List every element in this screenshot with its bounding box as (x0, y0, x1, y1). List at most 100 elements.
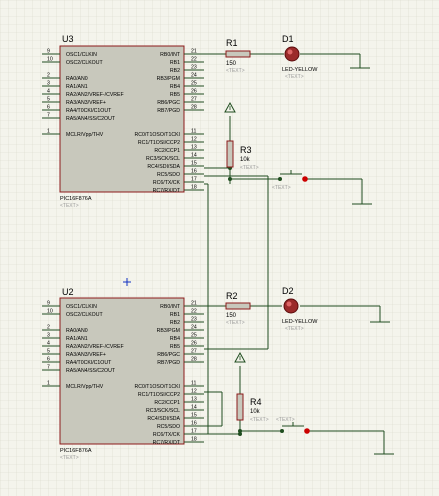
r1-body[interactable] (225, 50, 251, 58)
pin-label: RC3/SCK/SCL (146, 408, 180, 414)
schematic-canvas[interactable]: U3 9 OSC1/CLKIN 10 OSC2/CLKOUT 2 RA0/AN0 3 RA1/… (0, 0, 439, 496)
pin-number: 11 (191, 129, 196, 135)
pin-label: RB7/PGD (157, 108, 180, 114)
pin-label: RC7/RX/DT (153, 188, 181, 194)
pin-label: RC1/T1OSI/CCP2 (138, 392, 180, 398)
pin-number: 13 (191, 145, 197, 151)
pin-number: 24 (191, 73, 197, 79)
pin-label: OSC2/CLKOUT (66, 312, 103, 318)
pin-label: RA2/AN2/VREF-/CVREF (66, 344, 124, 350)
pin-label: RA2/AN2/VREF-/CVREF (66, 92, 124, 98)
d1-text-placeholder: <TEXT> (285, 74, 304, 80)
u2-reference: U2 (62, 287, 74, 297)
pin-number: 1 (47, 381, 50, 387)
pin-number: 2 (47, 325, 50, 331)
pin-number: 10 (47, 57, 53, 63)
pin-number: 18 (191, 437, 197, 443)
pin-number: 17 (191, 429, 197, 435)
pin-label: RC6/TX/CK (153, 432, 181, 438)
pin-number: 15 (191, 413, 197, 419)
pin-label: RB3/PGM (157, 328, 180, 334)
pin-label: RC3/SCK/SCL (146, 156, 180, 162)
pin-number: 27 (191, 349, 197, 355)
r2-reference: R2 (226, 291, 238, 301)
r1-reference: R1 (226, 38, 238, 48)
pin-label: RB1 (170, 60, 180, 66)
u3-text-placeholder: <TEXT> (60, 203, 79, 209)
pin-label: OSC2/CLKOUT (66, 60, 103, 66)
pin-label: RB3/PGM (157, 76, 180, 82)
pin-label: RB5 (170, 92, 180, 98)
pin-label: RA3/AN3/VREF+ (66, 100, 106, 106)
d2-led-body[interactable] (283, 298, 299, 314)
junction-dot (228, 177, 232, 181)
pin-label: RB0/INT (160, 52, 181, 58)
pin-number: 3 (47, 333, 50, 339)
pin-label: RC5/SDO (157, 424, 180, 430)
d1-led-body[interactable] (284, 46, 300, 62)
pin-label: RA5/AN4/SS/C2OUT (66, 368, 116, 374)
pin-label: MCLR/Vpp/THV (66, 384, 104, 390)
r2-body[interactable] (225, 302, 251, 310)
sw1-button-icon[interactable] (302, 176, 308, 182)
pin-number: 23 (191, 65, 197, 71)
r4-body[interactable] (236, 393, 244, 421)
pin-label: RB5 (170, 344, 180, 350)
pin-label: RC1/T1OSI/CCP2 (138, 140, 180, 146)
pin-label: RC6/TX/CK (153, 180, 181, 186)
r4-value: 10k (250, 409, 261, 415)
ic-u3[interactable]: U3 9 OSC1/CLKIN 10 OSC2/CLKOUT 2 RA0/AN0 3 RA1/… (42, 34, 204, 209)
pin-label: RC4/SDI/SDA (147, 416, 180, 422)
r3-text-placeholder: <TEXT> (240, 165, 259, 171)
r2-value: 150 (226, 313, 237, 319)
pin-label: RB4 (170, 84, 180, 90)
pin-number: 12 (191, 137, 197, 143)
pin-number: 13 (191, 397, 197, 403)
r2-text-placeholder: <TEXT> (226, 320, 245, 326)
pin-number: 10 (47, 309, 53, 315)
pin-number: 28 (191, 357, 197, 363)
pin-number: 1 (47, 129, 50, 135)
u3-part-label: PIC16F876A (60, 196, 92, 202)
pin-number: 5 (47, 97, 50, 103)
u3-reference: U3 (62, 34, 74, 44)
pin-number: 16 (191, 169, 197, 175)
pin-number: 27 (191, 97, 197, 103)
u2-part-label: PIC16F876A (60, 448, 92, 454)
pin-number: 2 (47, 73, 50, 79)
r3-reference: R3 (240, 145, 252, 155)
u2-text-placeholder: <TEXT> (60, 455, 79, 461)
pin-number: 3 (47, 81, 50, 87)
ic-u2[interactable]: U2 9 OSC1/CLKIN 10 OSC2/CLKOUT 2 RA0/AN0 3 RA1/… (42, 287, 204, 461)
pin-number: 6 (47, 357, 50, 363)
pin-number: 4 (47, 341, 50, 347)
pin-label: RB4 (170, 336, 180, 342)
pin-label: RA4/T0CKI/C1OUT (66, 360, 112, 366)
r4-reference: R4 (250, 397, 262, 407)
sw2-contact-left (280, 429, 284, 433)
r3-value: 10k (240, 157, 251, 163)
sw1-contact-left (278, 177, 282, 181)
sw2-button-icon[interactable] (304, 428, 310, 434)
pin-number: 12 (191, 389, 197, 395)
pin-label: RC2/CCP1 (154, 148, 180, 154)
pin-label: RA0/AN0 (66, 328, 88, 334)
pin-number: 22 (191, 309, 197, 315)
pin-label: RB2 (170, 68, 180, 74)
pin-number: 21 (191, 49, 197, 55)
d2-text-placeholder: <TEXT> (285, 326, 304, 332)
pin-number: 6 (47, 105, 50, 111)
r3-body[interactable] (226, 140, 234, 168)
pin-number: 17 (191, 177, 197, 183)
d1-led-highlight (287, 49, 293, 55)
pin-label: RA1/AN1 (66, 336, 88, 342)
pin-number: 11 (191, 381, 196, 387)
pin-number: 7 (47, 113, 50, 119)
sw2-text-placeholder: <TEXT> (276, 417, 295, 423)
pin-label: RC0/T1OSO/T1CKI (134, 132, 180, 138)
d2-reference: D2 (282, 286, 294, 296)
pin-label: MCLR/Vpp/THV (66, 132, 104, 138)
pin-label: RC0/T1OSO/T1CKI (134, 384, 180, 390)
pin-number: 14 (191, 153, 197, 159)
r1-value: 150 (226, 61, 237, 67)
